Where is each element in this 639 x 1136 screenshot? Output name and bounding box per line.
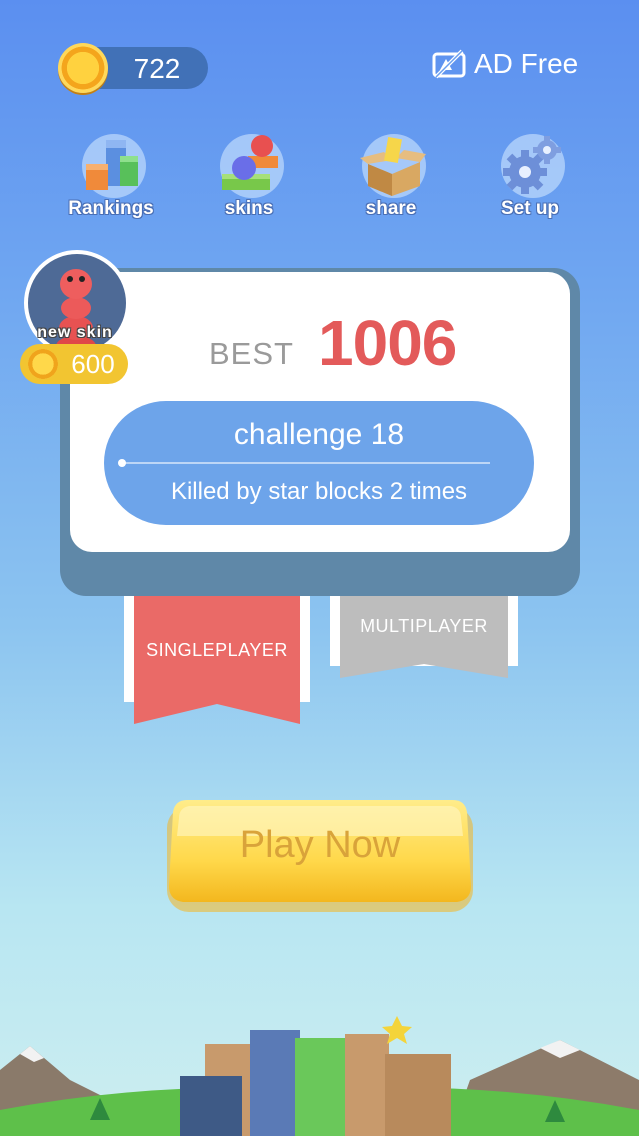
rankings-icon: [82, 134, 146, 198]
ad-free-button[interactable]: AD Free: [432, 46, 578, 82]
skins-label: skins: [224, 198, 274, 219]
coin-count: 722: [133, 53, 181, 84]
best-score: 1006: [318, 307, 457, 379]
rankings-label: Rankings: [68, 198, 154, 219]
new-skin-label: new skin: [37, 324, 113, 341]
skins-icon: [220, 134, 284, 198]
ad-free-icon: [432, 49, 466, 79]
singleplayer-tab[interactable]: SINGLEPLAYER: [124, 596, 310, 726]
settings-label: Set up: [500, 198, 560, 219]
rankings-button[interactable]: Rankings: [56, 130, 166, 225]
coin-icon: [58, 43, 108, 93]
play-now-button[interactable]: Play Now: [165, 796, 475, 914]
share-button[interactable]: share: [336, 130, 446, 225]
multiplayer-ribbon: [330, 596, 518, 678]
skin-price: 600: [71, 349, 115, 379]
challenge-subtitle: Killed by star blocks 2 times: [170, 478, 468, 505]
challenge-title: challenge 18: [233, 418, 405, 451]
singleplayer-ribbon: [124, 596, 310, 724]
multiplayer-label: MULTIPLAYER: [360, 616, 488, 636]
settings-button[interactable]: Set up: [475, 130, 585, 225]
challenge-progress-dot: [118, 459, 126, 467]
landscape-scenery: [0, 1016, 639, 1136]
settings-icon: [501, 134, 565, 198]
singleplayer-label: SINGLEPLAYER: [146, 640, 288, 660]
challenge-progress-track: [122, 462, 490, 464]
share-label: share: [365, 198, 417, 219]
best-label: BEST: [209, 336, 294, 371]
coin-icon: [28, 349, 58, 379]
play-now-label: Play Now: [239, 824, 401, 866]
multiplayer-tab[interactable]: MULTIPLAYER: [330, 596, 518, 678]
skins-button[interactable]: skins: [194, 130, 304, 225]
ad-free-label: AD Free: [474, 48, 579, 79]
share-icon: [360, 134, 426, 198]
